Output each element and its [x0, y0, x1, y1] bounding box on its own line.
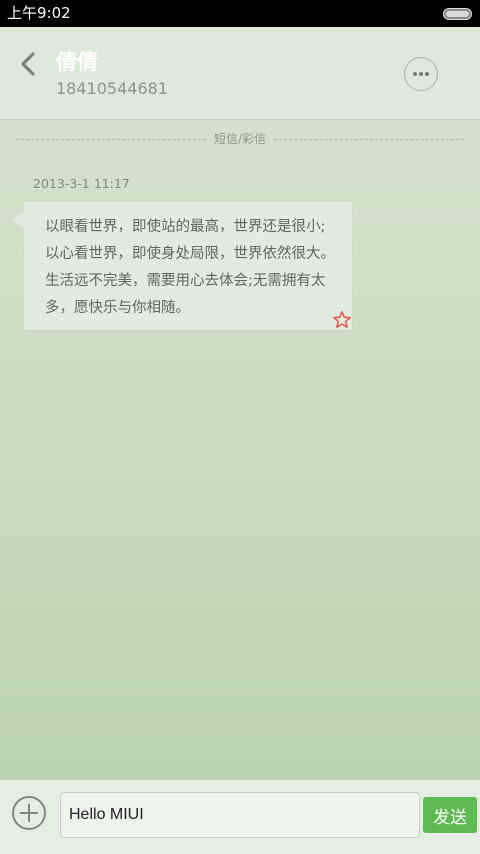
status-bar: 上午9:02	[0, 0, 480, 27]
message-input[interactable]	[60, 792, 420, 838]
message-bubble[interactable]: 以眼看世界，即使站的最高，世界还是很小;以心看世界，即使身处局限，世界依然很大。…	[12, 202, 352, 330]
message-timestamp: 2013-3-1 11:17	[33, 176, 130, 191]
send-button[interactable]: 发送	[423, 797, 477, 833]
contact-name: 倩倩	[56, 50, 98, 74]
message-type-divider: 短信/彩信	[16, 131, 464, 147]
chevron-left-icon	[21, 52, 35, 76]
conversation-header: 倩倩 18410544681	[0, 27, 480, 120]
divider-line	[16, 139, 206, 140]
battery-icon	[443, 8, 472, 20]
plus-icon	[28, 804, 30, 822]
add-attachment-button[interactable]	[12, 796, 46, 830]
more-dot-icon	[425, 72, 429, 76]
status-time: 上午9:02	[7, 4, 71, 22]
back-button[interactable]	[14, 49, 44, 79]
divider-line	[274, 139, 464, 140]
more-dot-icon	[419, 72, 423, 76]
composer-bar: 发送	[0, 779, 480, 854]
divider-label: 短信/彩信	[214, 132, 267, 146]
message-text: 以眼看世界，即使站的最高，世界还是很小;以心看世界，即使身处局限，世界依然很大。…	[45, 219, 335, 316]
star-icon[interactable]	[332, 310, 352, 330]
more-dot-icon	[413, 72, 417, 76]
contact-number: 18410544681	[56, 79, 168, 98]
more-options-button[interactable]	[404, 57, 438, 91]
